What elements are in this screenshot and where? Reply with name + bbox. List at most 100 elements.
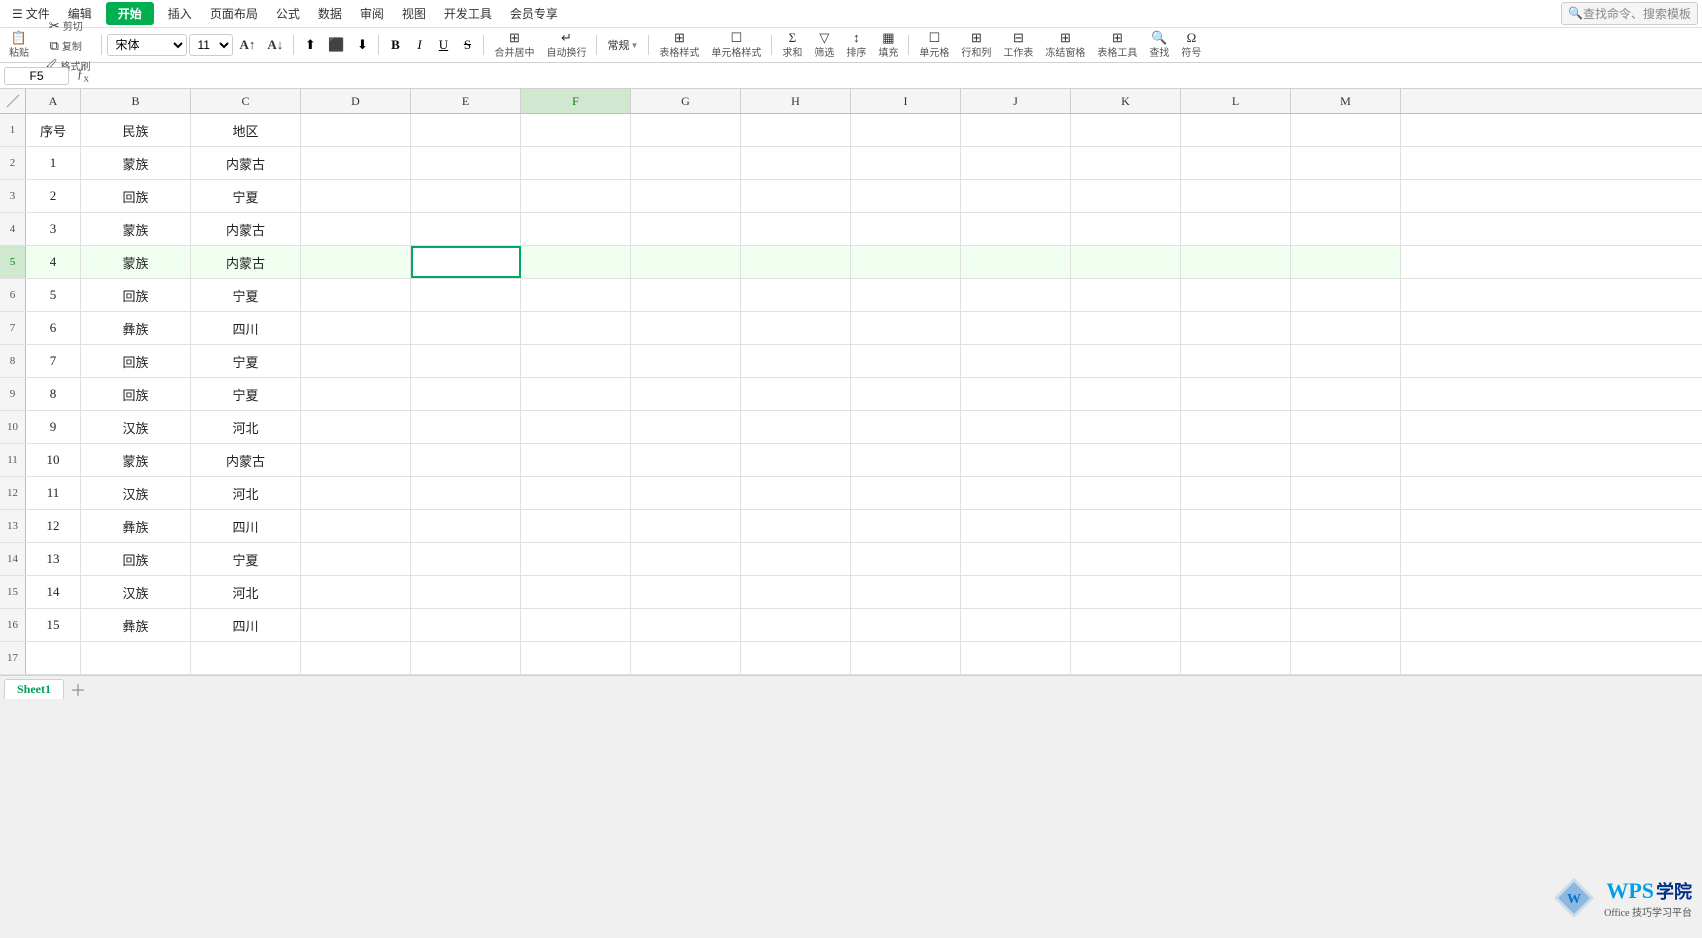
font-size-select[interactable]: 11 — [189, 34, 233, 56]
grid-cell[interactable] — [1071, 246, 1181, 278]
grid-cell[interactable] — [1071, 147, 1181, 179]
grid-cell[interactable] — [851, 213, 961, 245]
grid-cell[interactable] — [411, 345, 521, 377]
grid-cell[interactable]: 内蒙古 — [191, 444, 301, 476]
grid-cell[interactable] — [741, 114, 851, 146]
grid-cell[interactable]: 15 — [26, 609, 81, 641]
grid-cell[interactable]: 回族 — [81, 345, 191, 377]
grid-cell[interactable] — [301, 576, 411, 608]
grid-cell[interactable]: 四川 — [191, 510, 301, 542]
grid-cell[interactable]: 彝族 — [81, 312, 191, 344]
grid-cell[interactable] — [1291, 114, 1401, 146]
grid-cell[interactable] — [961, 444, 1071, 476]
row-header[interactable]: 6 — [0, 279, 26, 311]
grid-cell[interactable] — [521, 345, 631, 377]
grid-cell[interactable] — [1071, 180, 1181, 212]
increase-font-button[interactable]: A↑ — [235, 35, 261, 55]
grid-cell[interactable]: 蒙族 — [81, 213, 191, 245]
grid-cell[interactable] — [521, 510, 631, 542]
grid-cell[interactable]: 1 — [26, 147, 81, 179]
grid-cell[interactable] — [741, 477, 851, 509]
grid-cell[interactable] — [741, 609, 851, 641]
col-header-d[interactable]: D — [301, 89, 411, 113]
grid-cell[interactable] — [741, 510, 851, 542]
grid-cell[interactable] — [411, 279, 521, 311]
cut-button[interactable]: ✂ 剪切 — [36, 16, 96, 35]
grid-cell[interactable] — [1291, 345, 1401, 377]
sheet-tab-1[interactable]: Sheet1 — [4, 679, 64, 699]
grid-cell[interactable] — [521, 411, 631, 443]
grid-cell[interactable] — [741, 279, 851, 311]
grid-cell[interactable] — [961, 279, 1071, 311]
paste-button[interactable]: 📋 粘贴 — [4, 29, 34, 61]
grid-cell[interactable]: 5 — [26, 279, 81, 311]
grid-cell[interactable]: 河北 — [191, 576, 301, 608]
menu-data[interactable]: 数据 — [310, 3, 350, 24]
formula-input[interactable] — [93, 68, 1698, 84]
grid-cell[interactable] — [1291, 312, 1401, 344]
col-header-g[interactable]: G — [631, 89, 741, 113]
grid-cell[interactable]: 内蒙古 — [191, 147, 301, 179]
grid-cell[interactable] — [411, 642, 521, 674]
grid-cell[interactable] — [1181, 378, 1291, 410]
grid-cell[interactable] — [851, 312, 961, 344]
symbol-button[interactable]: Ω 符号 — [1176, 29, 1206, 61]
align-top-button[interactable]: ⬆ — [299, 35, 321, 55]
grid-cell[interactable]: 4 — [26, 246, 81, 278]
grid-cell[interactable] — [1071, 345, 1181, 377]
grid-cell[interactable] — [411, 147, 521, 179]
grid-cell[interactable] — [961, 642, 1071, 674]
grid-cell[interactable]: 汉族 — [81, 477, 191, 509]
row-header[interactable]: 9 — [0, 378, 26, 410]
table-tools-button[interactable]: ⊞ 表格工具 — [1092, 29, 1142, 61]
grid-cell[interactable] — [1071, 213, 1181, 245]
grid-cell[interactable] — [1071, 510, 1181, 542]
grid-cell[interactable] — [961, 543, 1071, 575]
grid-cell[interactable]: 10 — [26, 444, 81, 476]
grid-cell[interactable] — [851, 180, 961, 212]
grid-cell[interactable] — [521, 114, 631, 146]
row-header[interactable]: 2 — [0, 147, 26, 179]
row-header[interactable]: 11 — [0, 444, 26, 476]
grid-cell[interactable]: 14 — [26, 576, 81, 608]
search-box[interactable]: 🔍 查找命令、搜索模板 — [1561, 2, 1698, 25]
grid-cell[interactable] — [1291, 246, 1401, 278]
italic-button[interactable]: I — [408, 35, 430, 55]
grid-cell[interactable]: 四川 — [191, 609, 301, 641]
grid-cell[interactable] — [1181, 147, 1291, 179]
grid-cell[interactable] — [741, 642, 851, 674]
grid-cell[interactable]: 9 — [26, 411, 81, 443]
grid-cell[interactable] — [851, 543, 961, 575]
grid-cell[interactable] — [521, 147, 631, 179]
grid-cell[interactable] — [1071, 114, 1181, 146]
col-header-k[interactable]: K — [1071, 89, 1181, 113]
grid-cell[interactable] — [1181, 543, 1291, 575]
col-header-i[interactable]: I — [851, 89, 961, 113]
grid-cell[interactable] — [521, 378, 631, 410]
grid-cell[interactable] — [411, 444, 521, 476]
sort-button[interactable]: ↕ 排序 — [841, 29, 871, 61]
col-header-a[interactable]: A — [26, 89, 81, 113]
grid-cell[interactable] — [961, 213, 1071, 245]
grid-cell[interactable]: 12 — [26, 510, 81, 542]
grid-cell[interactable] — [411, 213, 521, 245]
grid-cell[interactable] — [741, 378, 851, 410]
grid-cell[interactable] — [521, 444, 631, 476]
grid-cell[interactable] — [301, 213, 411, 245]
grid-cell[interactable] — [631, 378, 741, 410]
function-icon[interactable]: ƒx — [77, 66, 89, 85]
grid-cell[interactable] — [301, 477, 411, 509]
grid-cell[interactable] — [411, 609, 521, 641]
grid-cell[interactable]: 回族 — [81, 279, 191, 311]
grid-cell[interactable] — [411, 576, 521, 608]
grid-cell[interactable]: 汉族 — [81, 576, 191, 608]
grid-cell[interactable] — [851, 345, 961, 377]
grid-cell[interactable]: 3 — [26, 213, 81, 245]
grid-cell[interactable]: 彝族 — [81, 510, 191, 542]
grid-cell[interactable] — [961, 411, 1071, 443]
grid-cell[interactable] — [1291, 642, 1401, 674]
grid-cell[interactable] — [631, 510, 741, 542]
grid-cell[interactable] — [741, 147, 851, 179]
grid-cell[interactable]: 河北 — [191, 411, 301, 443]
grid-cell[interactable] — [741, 411, 851, 443]
